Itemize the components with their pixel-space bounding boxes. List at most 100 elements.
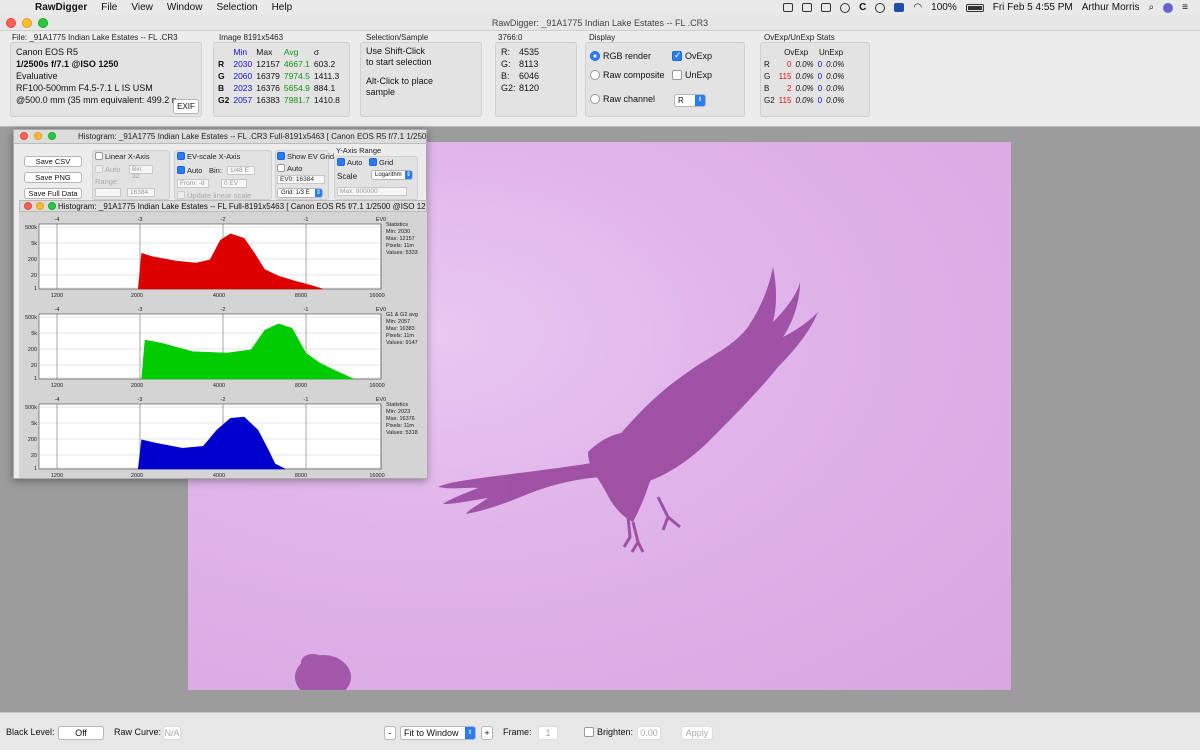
grid-auto-checkbox[interactable]: Auto	[277, 164, 302, 173]
menu-selection[interactable]: Selection	[209, 2, 264, 13]
checkbox-icon[interactable]	[95, 165, 103, 173]
stats-line: Values: 5333	[386, 250, 418, 256]
zoom-in-button[interactable]: +	[481, 726, 493, 740]
radio-icon[interactable]	[590, 70, 600, 80]
pixel-value: 8113	[519, 59, 539, 69]
user-name[interactable]: Arthur Morris	[1082, 2, 1140, 13]
wifi-icon[interactable]: ◠	[913, 2, 922, 13]
chevron-updown-icon[interactable]: ⇕	[405, 171, 412, 179]
menu-help[interactable]: Help	[265, 2, 300, 13]
grid-step-select[interactable]: Grid: 1/3 E ⇕	[277, 188, 323, 198]
checkbox-checked-icon[interactable]	[177, 166, 185, 174]
chevron-updown-icon[interactable]: ⇕	[465, 727, 475, 739]
menu-view[interactable]: View	[124, 2, 160, 13]
notification-icon[interactable]: ≡	[1182, 2, 1188, 13]
apply-button[interactable]: Apply	[681, 726, 713, 740]
sync-icon[interactable]	[840, 2, 851, 13]
y-tick-label: 1	[34, 466, 37, 472]
exif-button[interactable]: EXIF	[173, 99, 199, 114]
brighten-input[interactable]: 0.00	[637, 726, 661, 740]
checkbox-icon[interactable]	[584, 727, 594, 737]
black-level-button[interactable]: Off	[58, 726, 104, 740]
block-icon[interactable]	[875, 2, 886, 13]
save-csv-button[interactable]: Save CSV	[24, 156, 82, 167]
ovexp-checkbox[interactable]: OvExp	[672, 50, 712, 61]
siri-icon[interactable]	[1163, 2, 1174, 13]
ov-count: 0	[786, 59, 792, 69]
save-png-button[interactable]: Save PNG	[24, 172, 82, 183]
show-ev-grid-checkbox[interactable]: Show EV Grid	[277, 152, 334, 161]
image-stats-box: Min Max Avg σ R 2030 12157 4667.1 603.2 …	[213, 42, 350, 117]
menu-window[interactable]: Window	[160, 2, 210, 13]
checkbox-checked-icon[interactable]	[277, 152, 285, 160]
minimize-icon[interactable]	[34, 132, 42, 140]
range-from-input[interactable]	[95, 188, 121, 197]
linear-auto-checkbox[interactable]: Auto	[95, 165, 120, 174]
raw-curve-button[interactable]: N/A	[163, 726, 181, 740]
linear-x-checkbox[interactable]: Linear X-Axis	[95, 152, 150, 161]
radio-selected-icon[interactable]	[590, 51, 600, 61]
checkbox-icon[interactable]	[672, 70, 682, 80]
checkbox-checked-icon[interactable]	[177, 152, 185, 160]
scale-select[interactable]: Logarithm ⇕	[371, 170, 413, 180]
zoom-select[interactable]: Fit to Window ⇕	[400, 726, 476, 740]
ev-to-input[interactable]: 0 EV	[221, 179, 247, 188]
raw-channel-radio[interactable]: Raw channel	[590, 94, 655, 104]
col-unexp: UnExp	[819, 47, 844, 57]
zoom-out-button[interactable]: -	[384, 726, 396, 740]
spotlight-icon[interactable]: ⌕	[1149, 2, 1155, 13]
x-tick-label: 8000	[295, 383, 307, 389]
frame-stepper[interactable]: 1	[538, 726, 558, 740]
unexp-checkbox[interactable]: UnExp	[672, 70, 712, 80]
checkbox-icon[interactable]	[277, 164, 285, 172]
save-full-data-button[interactable]: Save Full Data	[24, 188, 82, 199]
ev-scale-checkbox[interactable]: EV-scale X-Axis	[177, 152, 240, 161]
range-to-input[interactable]: 16384	[127, 188, 155, 197]
close-icon[interactable]	[20, 132, 28, 140]
checkbox-icon[interactable]	[95, 152, 103, 160]
battery-icon[interactable]	[965, 3, 984, 12]
ev-bin-input[interactable]: 1/48 E	[227, 166, 255, 175]
zoom-icon[interactable]	[48, 132, 56, 140]
chevron-updown-icon[interactable]: ⇕	[695, 95, 705, 106]
chevron-updown-icon[interactable]: ⇕	[315, 189, 322, 197]
malwarebytes-icon[interactable]	[894, 3, 905, 12]
minimize-icon[interactable]	[22, 18, 32, 28]
checkbox-checked-icon[interactable]	[369, 158, 377, 166]
file-info-box: Canon EOS R5 1/2500s f/7.1 @ISO 1250 Eva…	[10, 42, 202, 117]
zoom-icon[interactable]	[48, 202, 56, 210]
raw-composite-radio[interactable]: Raw composite	[590, 70, 665, 80]
film-icon[interactable]	[821, 3, 832, 12]
minimize-icon[interactable]	[36, 202, 44, 210]
checkbox-icon[interactable]	[177, 191, 185, 199]
y-max-input[interactable]: Max: 800000	[337, 187, 407, 196]
checkbox-checked-icon[interactable]	[337, 158, 345, 166]
radio-icon[interactable]	[590, 94, 600, 104]
menu-app[interactable]: RawDigger	[28, 2, 94, 13]
c-icon[interactable]: C	[859, 2, 866, 13]
checkbox-checked-icon[interactable]	[672, 50, 682, 61]
bin-size-input[interactable]: Bin: 32	[129, 165, 153, 180]
menu-file[interactable]: File	[94, 2, 124, 13]
close-icon[interactable]	[6, 18, 16, 28]
y-auto-checkbox[interactable]: Auto	[337, 158, 362, 167]
cell-sd: 884.1	[313, 83, 336, 93]
screen-icon[interactable]	[783, 3, 794, 12]
blue-stats: Statistics Min: 2023 Max: 16376 Pixels: …	[386, 402, 418, 437]
y-grid-checkbox[interactable]: Grid	[369, 158, 393, 167]
brighten-checkbox[interactable]: Brighten:	[584, 727, 633, 737]
ev-from-input[interactable]: From: -8	[177, 179, 209, 188]
y-tick-label: 200	[28, 257, 37, 263]
image-viewport[interactable]: Histogram: _91A1775 Indian Lake Estates …	[0, 127, 1200, 712]
y-axis-group: Auto Grid Scale Logarithm ⇕ Max: 800000	[334, 156, 418, 200]
clock[interactable]: Fri Feb 5 4:55 PM	[993, 2, 1073, 13]
calendar-icon[interactable]	[802, 3, 813, 12]
ev-auto-checkbox[interactable]: Auto	[177, 166, 202, 175]
row-channel: B	[218, 83, 225, 93]
zoom-icon[interactable]	[38, 18, 48, 28]
close-icon[interactable]	[24, 202, 32, 210]
update-linear-checkbox[interactable]: Update linear scale	[177, 191, 251, 200]
ev0-input[interactable]: EV0: 16384	[277, 175, 325, 184]
channel-select[interactable]: R ⇕	[674, 94, 706, 107]
rgb-render-radio[interactable]: RGB render	[590, 51, 651, 61]
